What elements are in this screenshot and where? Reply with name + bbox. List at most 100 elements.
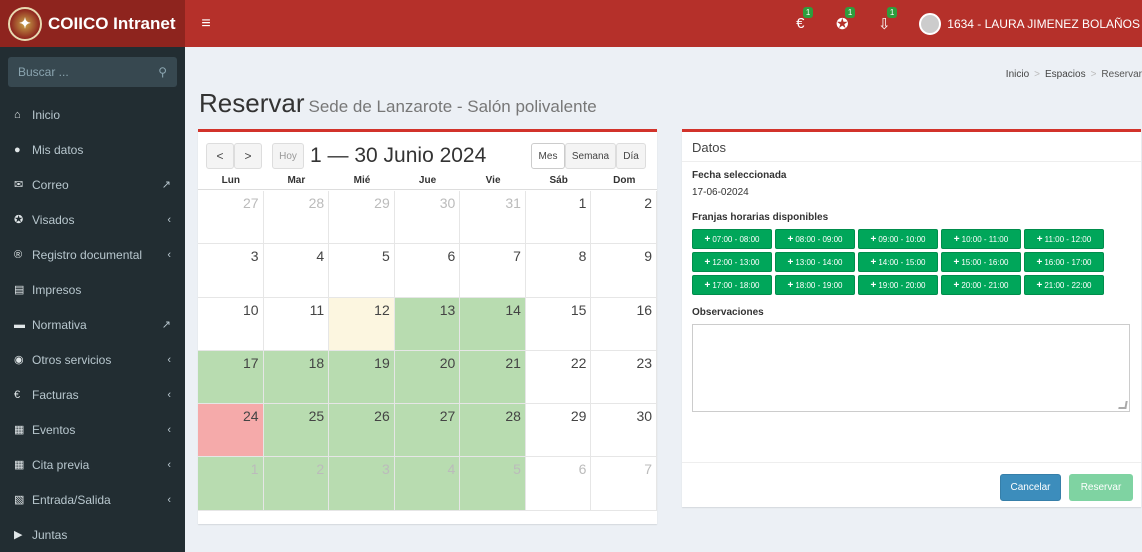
sidebar-item[interactable]: ▶ Juntas	[0, 517, 185, 552]
time-slot-button[interactable]: +07:00 - 08:00	[692, 229, 772, 249]
calendar-day[interactable]: 23	[591, 350, 658, 405]
download-icon[interactable]: ⇩ 1	[867, 6, 901, 33]
sidebar-item[interactable]: ✉ Correo ↗	[0, 167, 185, 202]
weekday-header: Mar	[287, 175, 306, 186]
breadcrumb-home[interactable]: Inicio	[1006, 69, 1029, 80]
today-button[interactable]: Hoy	[272, 143, 304, 169]
app-logo[interactable]: ✦ COIICO Intranet	[0, 0, 185, 47]
calendar-day[interactable]: 18	[263, 350, 330, 405]
euro-icon[interactable]: €1	[783, 7, 817, 32]
calendar-day[interactable]: 21	[460, 350, 526, 405]
sidebar-item-label: Mis datos	[32, 142, 84, 157]
user-name[interactable]: 1634 - LAURA JIMENEZ BOLAÑOS	[947, 17, 1140, 31]
sidebar-item[interactable]: ▧ Entrada/Salida ‹	[0, 482, 185, 517]
prev-month-button[interactable]: <	[206, 143, 234, 169]
plus-icon: +	[787, 256, 794, 268]
sidebar-search[interactable]: Buscar ... ⚲	[8, 57, 177, 87]
calendar-day[interactable]: 2	[591, 191, 658, 245]
sidebar-item[interactable]: ✪ Visados ‹	[0, 202, 185, 237]
calendar-day[interactable]: 24	[198, 404, 264, 458]
calendar-day[interactable]: 3	[329, 457, 395, 511]
calendar-day[interactable]: 20	[394, 350, 461, 405]
time-slot-button[interactable]: +16:00 - 17:00	[1024, 252, 1104, 272]
sidebar-item[interactable]: ▦ Eventos ‹	[0, 412, 185, 447]
hamburger-icon[interactable]: ≡	[191, 15, 221, 33]
calendar-day[interactable]: 4	[263, 244, 330, 298]
calendar-day[interactable]: 17	[198, 350, 264, 405]
calendar-day[interactable]: 15	[525, 297, 592, 351]
calendar-day[interactable]: 22	[525, 350, 592, 405]
calendar-day[interactable]: 11	[263, 297, 330, 351]
calendar-day[interactable]: 6	[525, 457, 592, 511]
sidebar-item[interactable]: ® Registro documental ‹	[0, 237, 185, 272]
time-slot-button[interactable]: +17:00 - 18:00	[692, 275, 772, 295]
time-slot-label: 14:00 - 15:00	[878, 257, 926, 267]
sidebar-item[interactable]: ◉ Otros servicios ‹	[0, 342, 185, 377]
view-month-button[interactable]: Mes	[531, 143, 565, 169]
calendar-day[interactable]: 29	[329, 191, 395, 245]
calendar-day[interactable]: 2	[263, 457, 330, 511]
time-slot-button[interactable]: +18:00 - 19:00	[775, 275, 855, 295]
sidebar-item-label: Visados	[32, 212, 75, 227]
next-month-button[interactable]: >	[234, 143, 262, 169]
calendar-day[interactable]: 27	[198, 191, 264, 245]
calendar-day[interactable]: 5	[329, 244, 395, 298]
sidebar-item[interactable]: ▬ Normativa ↗	[0, 307, 185, 342]
calendar-day[interactable]: 26	[329, 404, 395, 458]
calendar-day[interactable]: 5	[460, 457, 526, 511]
calendar-day[interactable]: 1	[198, 457, 264, 511]
calendar-day[interactable]: 3	[198, 244, 264, 298]
calendar-day[interactable]: 16	[591, 297, 658, 351]
search-icon[interactable]: ⚲	[158, 65, 167, 79]
time-slot-button[interactable]: +14:00 - 15:00	[858, 252, 938, 272]
calendar-day[interactable]: 19	[329, 350, 395, 405]
reserve-button[interactable]: Reservar	[1069, 474, 1133, 501]
calendar-day[interactable]: 7	[591, 457, 658, 511]
calendar-day[interactable]: 29	[525, 404, 592, 458]
plus-icon: +	[870, 256, 877, 268]
calendar-day[interactable]: 9	[591, 244, 658, 298]
time-slot-button[interactable]: +13:00 - 14:00	[775, 252, 855, 272]
time-slot-button[interactable]: +12:00 - 13:00	[692, 252, 772, 272]
time-slot-button[interactable]: +08:00 - 09:00	[775, 229, 855, 249]
time-slot-button[interactable]: +21:00 - 22:00	[1024, 275, 1104, 295]
calendar-weekday-header: Lun Mar Mié Jue Vie Sáb Dom	[198, 170, 657, 190]
calendar-day[interactable]: 4	[394, 457, 461, 511]
time-slot-button[interactable]: +15:00 - 16:00	[941, 252, 1021, 272]
user-avatar[interactable]	[919, 12, 942, 35]
view-week-button[interactable]: Semana	[565, 143, 616, 169]
time-slot-button[interactable]: +20:00 - 21:00	[941, 275, 1021, 295]
file-text-icon: ▧	[14, 494, 25, 506]
view-day-button[interactable]: Día	[616, 143, 646, 169]
time-slot-button[interactable]: +11:00 - 12:00	[1024, 229, 1104, 249]
calendar-day[interactable]: 8	[525, 244, 592, 298]
calendar-day[interactable]: 6	[394, 244, 461, 298]
calendar-day[interactable]: 30	[591, 404, 658, 458]
resize-grip-icon[interactable]	[1118, 401, 1128, 409]
sidebar-item[interactable]: ● Mis datos	[0, 132, 185, 167]
sidebar-item[interactable]: € Facturas ‹	[0, 377, 185, 412]
time-slot-button[interactable]: +19:00 - 20:00	[858, 275, 938, 295]
sidebar-item[interactable]: ⌂ Inicio	[0, 97, 185, 132]
time-slot-button[interactable]: +10:00 - 11:00	[941, 229, 1021, 249]
calendar-day[interactable]: 12	[329, 297, 395, 351]
award-icon[interactable]: ✪ 1	[825, 6, 859, 33]
search-input[interactable]: Buscar ...	[18, 65, 69, 79]
observations-textarea[interactable]	[692, 324, 1130, 412]
calendar-day[interactable]: 14	[460, 297, 526, 351]
cancel-button[interactable]: Cancelar	[1000, 474, 1061, 501]
calendar-day[interactable]: 31	[460, 191, 526, 245]
sidebar-item[interactable]: ▦ Cita previa ‹	[0, 447, 185, 482]
time-slot-button[interactable]: +09:00 - 10:00	[858, 229, 938, 249]
calendar-day[interactable]: 10	[198, 297, 264, 351]
calendar-day[interactable]: 13	[394, 297, 461, 351]
calendar-day[interactable]: 1	[525, 191, 592, 245]
calendar-day[interactable]: 25	[263, 404, 330, 458]
calendar-day[interactable]: 28	[460, 404, 526, 458]
calendar-day[interactable]: 27	[394, 404, 461, 458]
calendar-day[interactable]: 30	[394, 191, 461, 245]
calendar-day[interactable]: 7	[460, 244, 526, 298]
calendar-day[interactable]: 28	[263, 191, 330, 245]
sidebar-item[interactable]: ▤ Impresos	[0, 272, 185, 307]
breadcrumb-section[interactable]: Espacios	[1045, 69, 1086, 80]
